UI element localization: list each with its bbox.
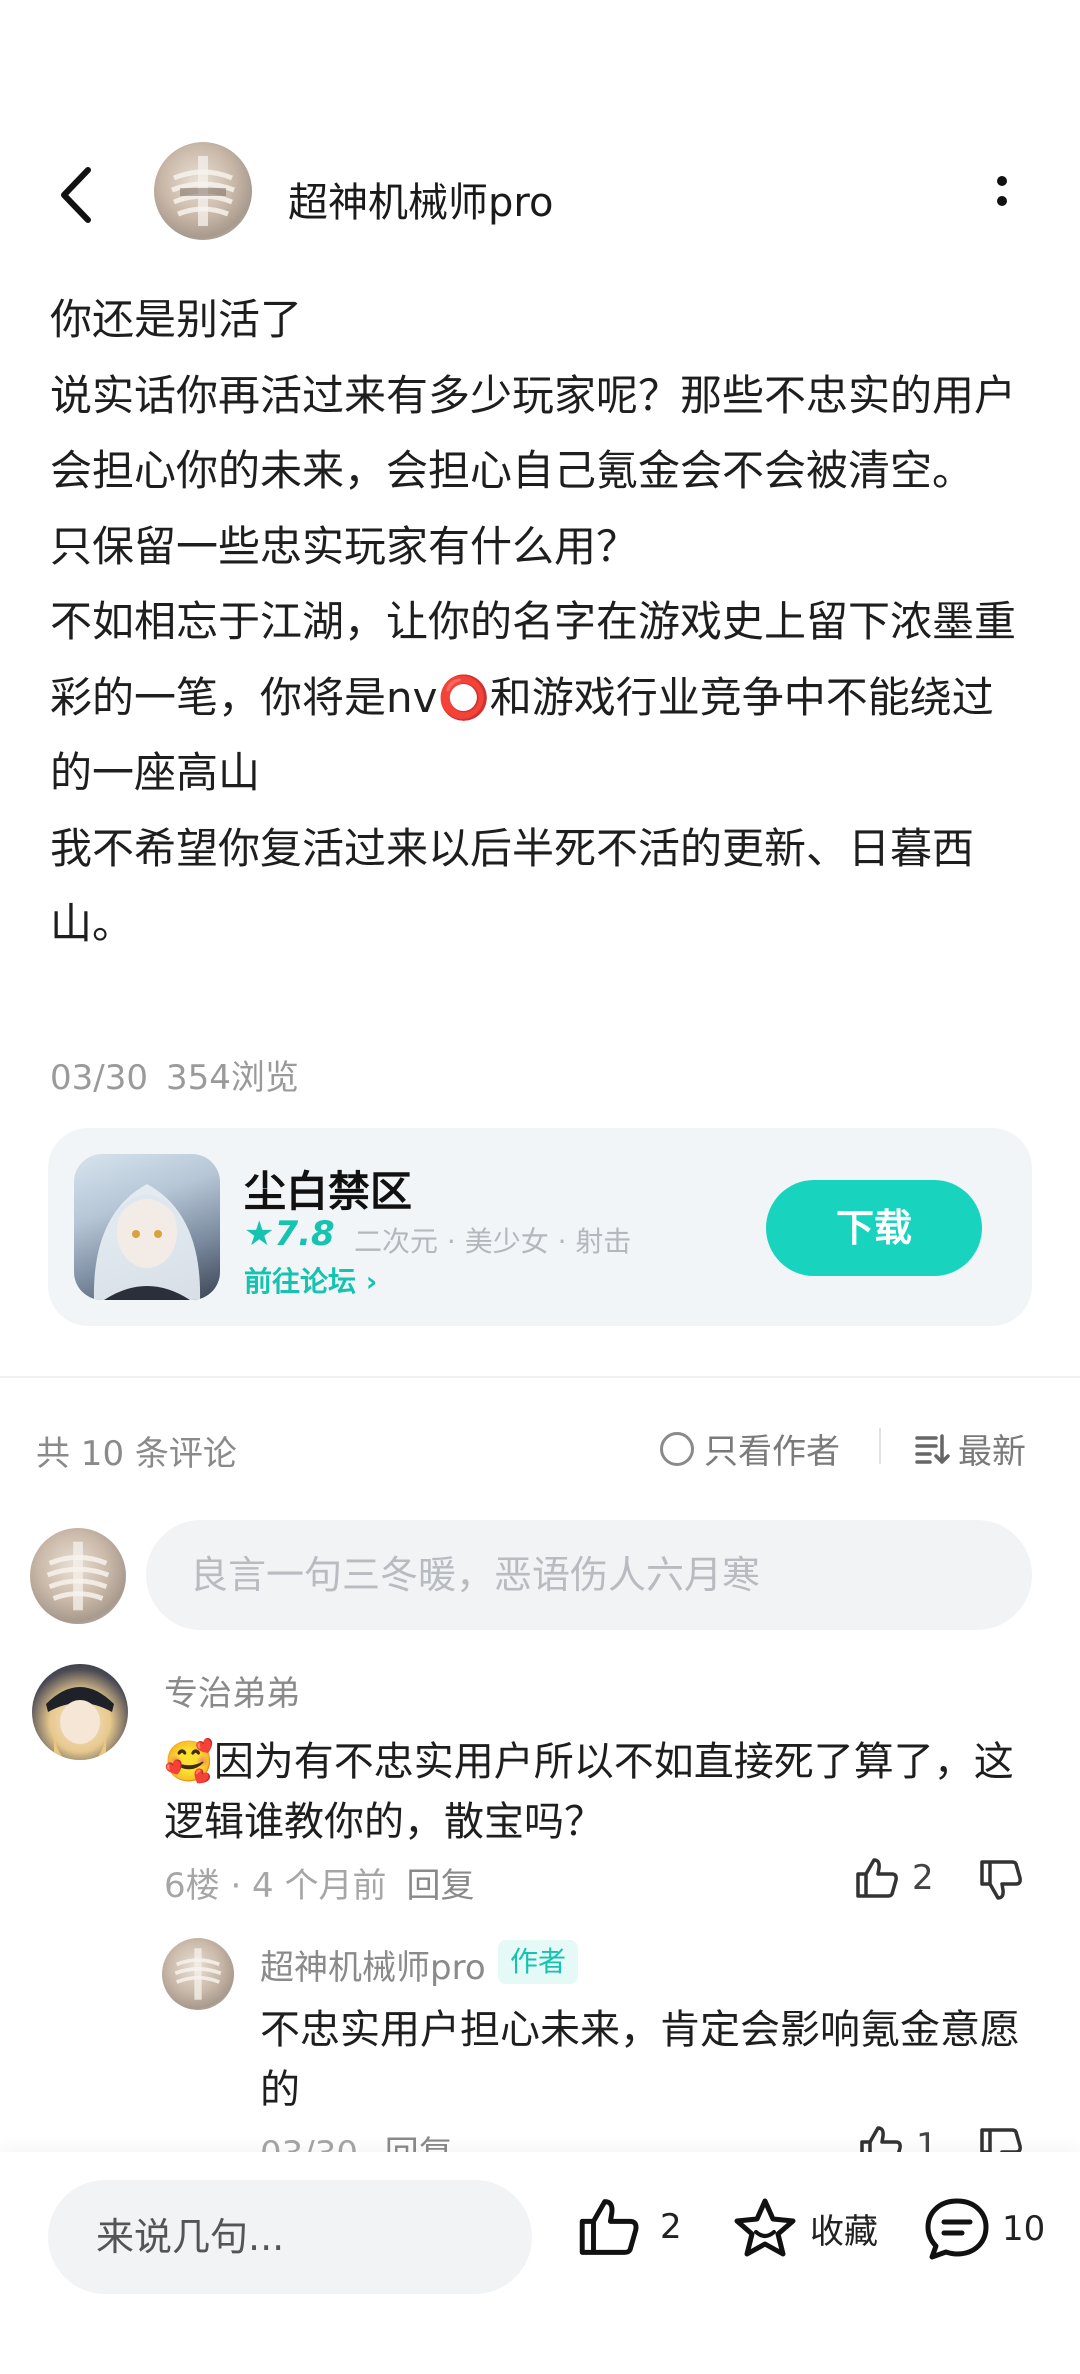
sort-toggle[interactable]: 最新 [914, 1424, 1026, 1473]
divider [879, 1428, 881, 1464]
forum-link[interactable]: 前往论坛 › [244, 1260, 377, 1300]
game-icon[interactable] [74, 1154, 220, 1300]
download-button[interactable]: 下载 [766, 1180, 982, 1276]
author-badge: 作者 [498, 1940, 579, 1984]
comments-count: 10 [1002, 2209, 1046, 2249]
reply-button[interactable]: 回复 [407, 1866, 475, 1906]
sort-icon [915, 1433, 950, 1464]
chevron-right-icon: › [365, 1265, 378, 1298]
like-count: 2 [912, 1858, 934, 1898]
comment-dislike-button[interactable] [978, 1858, 1024, 1906]
favorite-button[interactable]: 收藏 [732, 2196, 878, 2260]
post-date: 03/30 [50, 1058, 148, 1098]
author-name[interactable]: 超神机械师pro [288, 170, 553, 228]
comments-button[interactable]: 10 [922, 2196, 1045, 2262]
radio-circle-icon [660, 1431, 694, 1466]
comment-count: 共 10 条评论 [36, 1434, 237, 1474]
commenter-name[interactable]: 专治弟弟 [164, 1666, 300, 1715]
comment-like-button[interactable]: 2 [854, 1856, 934, 1900]
thumbs-down-icon [980, 1860, 1022, 1900]
post-views: 354浏览 [165, 1058, 299, 1098]
post-content: 你还是别活了 说实话你再活过来有多少玩家呢？那些不忠实的用户会担心你的未来，会担… [50, 282, 1030, 962]
quick-comment-input[interactable]: 来说几句... [48, 2180, 532, 2294]
post-meta: 03/30 354浏览 [50, 1050, 317, 1099]
star-icon: ★ [244, 1214, 275, 1254]
commenter-avatar[interactable] [32, 1664, 128, 1760]
post-line: 只保留一些忠实玩家有什么用？ [50, 521, 639, 571]
game-title: 尘白禁区 [244, 1167, 413, 1216]
game-rating: ★7.8 [244, 1214, 335, 1254]
rating-value: 7.8 [274, 1214, 335, 1254]
divider [0, 1376, 1080, 1378]
reply-author-name[interactable]: 超神机械师pro [260, 1940, 486, 1989]
post-line: 说实话你再活过来有多少玩家呢？那些不忠实的用户会担心你的未来，会担心自己氪金会不… [50, 370, 1017, 496]
comment-body: 因为有不忠实用户所以不如直接死了算了，这逻辑谁教你的，散宝吗？ [164, 1739, 1014, 1845]
author-avatar[interactable] [154, 142, 252, 240]
bottom-action-bar: 来说几句... 2 收藏 10 [0, 2152, 1080, 2374]
comment-text: 🥰因为有不忠实用户所以不如直接死了算了，这逻辑谁教你的，散宝吗？ [164, 1732, 1024, 1852]
forum-link-label: 前往论坛 [244, 1265, 357, 1298]
thumbs-up-icon [579, 2199, 639, 2255]
author-only-toggle[interactable]: 只看作者 [660, 1424, 840, 1473]
favorite-label: 收藏 [810, 2211, 878, 2252]
comment-meta: 6楼 · 4 个月前 回复 [164, 1858, 475, 1907]
floor-time: 6楼 · 4 个月前 [164, 1866, 387, 1906]
top-nav-bar: 超神机械师pro [0, 130, 1080, 260]
post-like-button[interactable]: 2 [576, 2196, 682, 2258]
my-avatar [30, 1528, 126, 1624]
post-line: 我不希望你复活过来以后半死不活的更新、日暮西山。 [50, 823, 975, 949]
game-card[interactable]: 尘白禁区 ★7.8 二次元 · 美少女 · 射击 前往论坛 › 下载 [48, 1128, 1032, 1326]
post-like-count: 2 [660, 2207, 682, 2247]
emoji: 🥰 [164, 1739, 214, 1785]
more-options-icon[interactable] [984, 170, 1020, 220]
comment-bubble-icon [925, 2198, 989, 2260]
back-arrow-icon[interactable] [48, 160, 108, 230]
reply-author-avatar[interactable] [162, 1938, 234, 2010]
star-outline-icon [734, 2198, 796, 2257]
thumbs-up-icon [856, 1858, 898, 1898]
game-tags: 二次元 · 美少女 · 射击 [354, 1225, 632, 1258]
sort-label: 最新 [958, 1432, 1026, 1472]
post-line: 不如相忘于江湖，让你的名字在游戏史上留下浓墨重彩的一笔，你将是nv⭕和游戏行业竞… [50, 597, 1017, 797]
comment-input[interactable] [146, 1520, 1032, 1630]
author-only-label: 只看作者 [704, 1432, 840, 1472]
post-line: 你还是别活了 [50, 295, 303, 344]
reply-text: 不忠实用户担心未来，肯定会影响氪金意愿的 [260, 2007, 1020, 2113]
